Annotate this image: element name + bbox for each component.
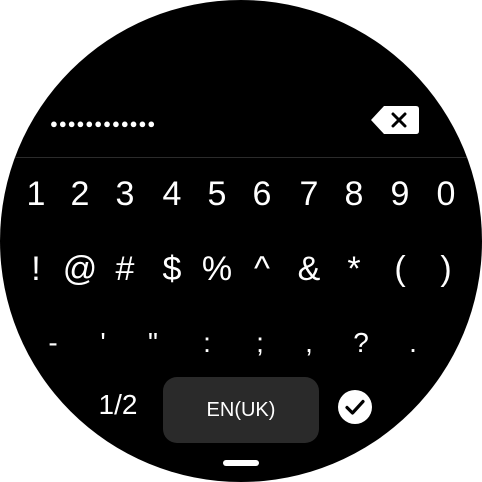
- keyboard-row-numbers: 1 2 3 4 5 6 7 8 9 0: [0, 164, 482, 224]
- key-3[interactable]: 3: [102, 164, 148, 224]
- key-open-paren[interactable]: (: [377, 239, 423, 299]
- key-4[interactable]: 4: [149, 164, 195, 224]
- key-6[interactable]: 6: [239, 164, 285, 224]
- key-caret[interactable]: ^: [239, 239, 285, 299]
- backspace-icon[interactable]: [370, 105, 420, 135]
- key-8[interactable]: 8: [331, 164, 377, 224]
- key-percent[interactable]: %: [194, 239, 240, 299]
- key-dollar[interactable]: $: [149, 239, 195, 299]
- keyboard-row-punctuation: - ' " : ; , ? .: [0, 313, 482, 373]
- password-field[interactable]: ●●●●●●●●●●●●: [50, 110, 170, 138]
- key-close-paren[interactable]: ): [423, 239, 469, 299]
- key-1[interactable]: 1: [13, 164, 59, 224]
- page-toggle-button[interactable]: 1/2: [88, 382, 148, 428]
- key-apostrophe[interactable]: ': [80, 313, 126, 373]
- key-5[interactable]: 5: [194, 164, 240, 224]
- watch-screen: ●●●●●●●●●●●● 1 2 3 4 5 6 7 8 9 0 ! @ # $…: [0, 0, 482, 482]
- key-dash[interactable]: -: [30, 313, 76, 373]
- key-hash[interactable]: #: [102, 239, 148, 299]
- key-colon[interactable]: :: [184, 313, 230, 373]
- key-semicolon[interactable]: ;: [237, 313, 283, 373]
- key-exclamation[interactable]: !: [13, 239, 59, 299]
- key-comma[interactable]: ,: [286, 313, 332, 373]
- key-7[interactable]: 7: [286, 164, 332, 224]
- key-9[interactable]: 9: [377, 164, 423, 224]
- check-circle-icon[interactable]: [336, 388, 374, 426]
- key-quote[interactable]: ": [130, 313, 176, 373]
- input-divider: [0, 157, 482, 158]
- key-ampersand[interactable]: &: [286, 239, 332, 299]
- key-at[interactable]: @: [57, 239, 103, 299]
- keyboard-row-symbols: ! @ # $ % ^ & * ( ): [0, 239, 482, 299]
- key-question[interactable]: ?: [338, 313, 384, 373]
- key-2[interactable]: 2: [57, 164, 103, 224]
- key-0[interactable]: 0: [423, 164, 469, 224]
- key-period[interactable]: .: [390, 313, 436, 373]
- drag-handle[interactable]: [223, 460, 259, 466]
- key-asterisk[interactable]: *: [331, 239, 377, 299]
- language-button[interactable]: EN(UK): [163, 377, 319, 443]
